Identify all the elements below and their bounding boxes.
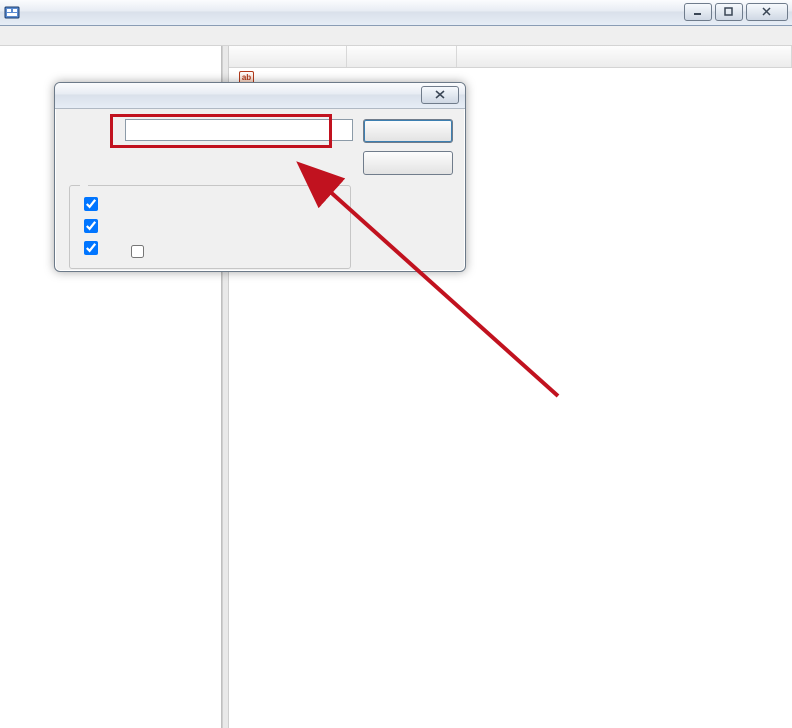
chk-keys[interactable] [84,197,98,211]
col-name[interactable] [229,46,347,67]
minimize-button[interactable] [684,3,712,21]
find-next-button[interactable] [363,119,453,143]
app-icon [4,5,20,21]
find-label [67,119,115,175]
cancel-button[interactable] [363,151,453,175]
find-dialog [54,82,466,272]
chk-whole-string[interactable] [131,245,144,258]
chk-values[interactable] [84,219,98,233]
maximize-button[interactable] [715,3,743,21]
find-input[interactable] [125,119,353,141]
value-data [457,70,792,85]
col-value[interactable] [457,46,792,67]
dialog-titlebar[interactable] [55,83,465,109]
col-type[interactable] [347,46,457,67]
lookin-group [69,185,351,269]
dialog-close-button[interactable] [421,86,459,104]
close-button[interactable] [746,3,788,21]
list-header [229,46,792,68]
chk-data[interactable] [84,241,98,255]
menubar [0,26,792,46]
titlebar [0,0,792,26]
